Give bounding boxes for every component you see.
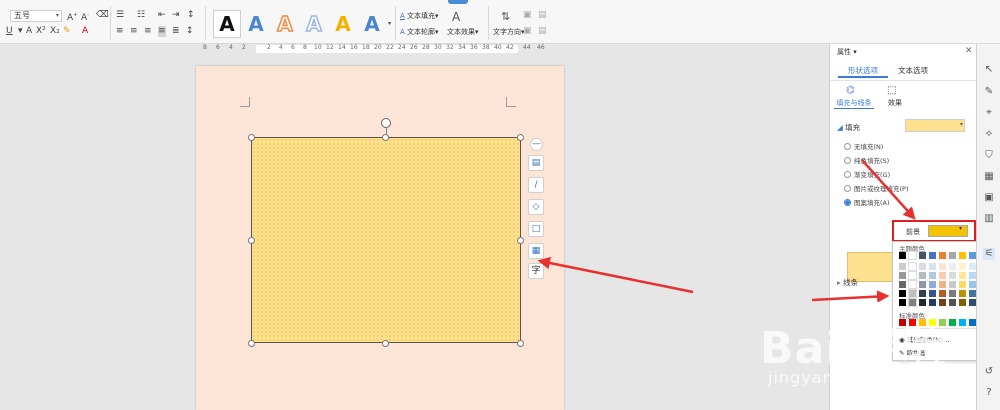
baidu-watermark-url: jingyan.baidu.com xyxy=(768,368,933,387)
annotation-arrow-palette xyxy=(811,290,890,303)
baidu-watermark-logo: Bai 经验 xyxy=(760,323,948,374)
annotation-arrow-shape-tools xyxy=(537,256,694,294)
annotation-arrow-foreground xyxy=(861,159,916,220)
